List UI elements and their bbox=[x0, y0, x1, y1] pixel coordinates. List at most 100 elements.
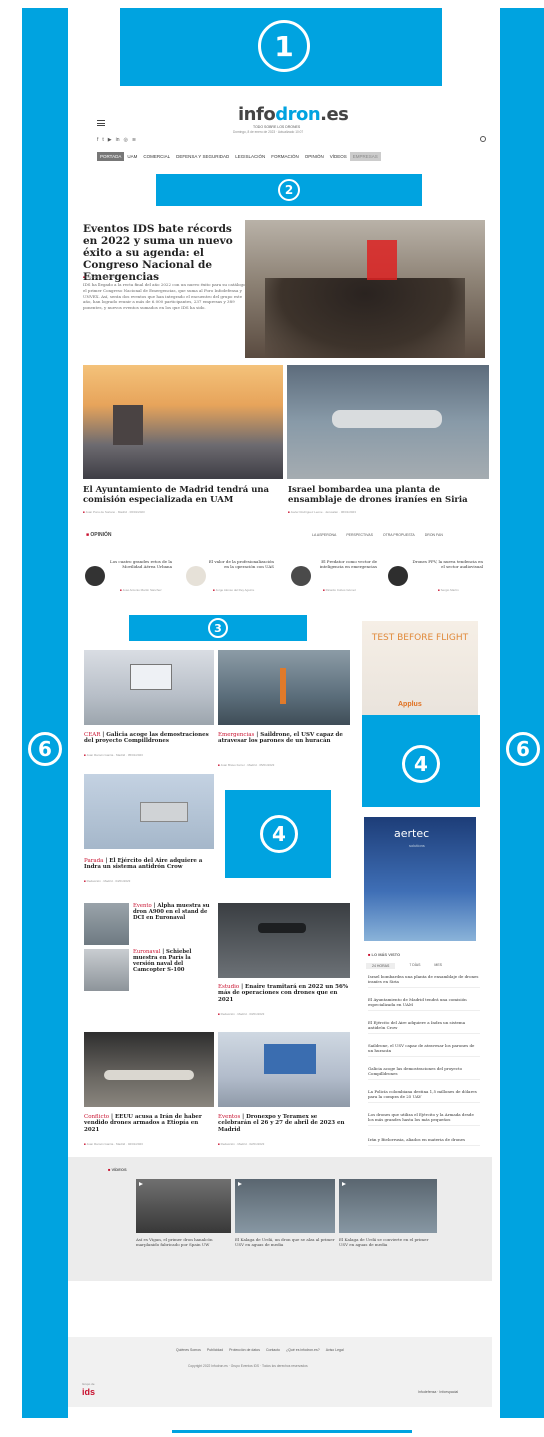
opinion-tab-4[interactable]: DRON FAN bbox=[425, 533, 443, 537]
footer-brand-logo[interactable]: ids bbox=[82, 1387, 95, 1397]
madrid-photo[interactable] bbox=[83, 365, 283, 479]
lead-meta: Redacción · 08/01/2023 bbox=[83, 275, 118, 279]
video-title-3[interactable]: El Kalaga de Urdá se convierte en el pri… bbox=[339, 1237, 437, 1247]
grid-photo-3[interactable] bbox=[84, 774, 214, 849]
opinion-title-4[interactable]: Drones FPV, la nueva tendencia en el sec… bbox=[411, 559, 483, 570]
grid-meta-2: Juan Bravo Ferrer · Madrid · 05/01/2023 bbox=[218, 763, 275, 767]
grid-photo-4[interactable] bbox=[84, 903, 129, 945]
video-thumb-3[interactable] bbox=[339, 1179, 437, 1233]
applus-ad-headline: TEST BEFORE FLIGHT bbox=[371, 633, 469, 643]
opinion-tabs: LA ASPERONA PERSPECTIVAS OTRA PROPUESTA … bbox=[312, 533, 443, 537]
opinion-author-3: Ricardo Cobos Gómez bbox=[323, 588, 356, 592]
youtube-icon[interactable]: ▶ bbox=[108, 137, 112, 143]
most-viewed-tab-24h[interactable]: 24 HORAS bbox=[366, 963, 396, 969]
nav-item-videos[interactable]: VÍDEOS bbox=[327, 152, 350, 161]
grid-headline-4[interactable]: Evento | Alpha muestra su dron A900 en e… bbox=[133, 903, 211, 921]
search-icon[interactable] bbox=[480, 136, 486, 142]
lead-photo-banner bbox=[367, 240, 397, 280]
grid-headline-3[interactable]: Parada | El Ejército del Aire adquiere a… bbox=[84, 858, 214, 871]
grid-headline-8[interactable]: Eventos | Dronexpo y Teramex se celebrar… bbox=[218, 1114, 350, 1133]
grid-photo-6[interactable] bbox=[218, 903, 350, 978]
second-headline-1[interactable]: El Ayuntamiento de Madrid tendrá una com… bbox=[83, 485, 281, 506]
grid-meta-8: Redacción · Madrid · 02/01/2023 bbox=[218, 1142, 265, 1146]
video-title-1[interactable]: Así es Vigan, el primer dron hanalcón ma… bbox=[136, 1237, 231, 1247]
video-title-2[interactable]: El Kalaga de Urdá, un dron que se alza a… bbox=[235, 1237, 335, 1247]
grid-photo-3-device bbox=[140, 802, 188, 822]
lead-photo[interactable] bbox=[245, 220, 485, 358]
grid-photo-8-panel bbox=[264, 1044, 316, 1074]
grid-photo-8[interactable] bbox=[218, 1032, 350, 1107]
nav-item-portada[interactable]: PORTADA bbox=[97, 152, 125, 161]
nav-item-empresas[interactable]: EMPRESAS bbox=[349, 152, 381, 161]
most-viewed-item[interactable]: El Ejército del Aire adquiere a Indra un… bbox=[368, 1020, 480, 1035]
facebook-icon[interactable]: f bbox=[97, 137, 98, 143]
footer-link-privacy[interactable]: Protección de datos bbox=[229, 1348, 260, 1352]
twitter-icon[interactable]: t bbox=[102, 137, 103, 143]
most-viewed-item[interactable]: La Policía colombiana destina 1,5 millon… bbox=[368, 1089, 480, 1104]
grid-headline-1[interactable]: CEAR | Galicia acoge las demostraciones … bbox=[84, 732, 214, 745]
grid-photo-2[interactable] bbox=[218, 650, 350, 725]
site-logo[interactable]: infodron.es bbox=[238, 104, 349, 125]
right-skyscraper-ad-slot[interactable] bbox=[500, 8, 544, 1418]
most-viewed-item[interactable]: Saildrone, el USV capaz de atravesar los… bbox=[368, 1043, 480, 1058]
footer-link-about[interactable]: Quiénes Somos bbox=[176, 1348, 201, 1352]
page-content: infodron.es TODO SOBRE LOS DRONES Doming… bbox=[68, 97, 492, 1407]
nav-item-uam[interactable]: UAM bbox=[124, 152, 140, 161]
social-icons: f t ▶ in ◎ ≋ bbox=[97, 137, 136, 143]
opinion-author-1: José Antonio Martín Sánchez bbox=[120, 588, 162, 592]
video-thumb-2[interactable] bbox=[235, 1179, 335, 1233]
opinion-tab-2[interactable]: PERSPECTIVAS bbox=[346, 533, 373, 537]
opinion-title-3[interactable]: El Predator como vector de inteligencia … bbox=[315, 559, 377, 570]
left-skyscraper-ad-slot[interactable] bbox=[22, 8, 68, 1418]
nav-item-comercial[interactable]: COMERCIAL bbox=[140, 152, 173, 161]
nav-item-formacion[interactable]: FORMACIÓN bbox=[268, 152, 302, 161]
instagram-icon[interactable]: ◎ bbox=[124, 137, 128, 143]
nav-item-legislacion[interactable]: LEGISLACIÓN bbox=[232, 152, 268, 161]
grid-meta-1: Juan Ramón Garcia · Madrid · 05/01/2023 bbox=[84, 753, 143, 757]
grid-headline-7[interactable]: Conflicto | EEUU acusa a Irán de haber v… bbox=[84, 1114, 214, 1133]
right-slot-number: 6 bbox=[506, 732, 540, 766]
menu-icon[interactable] bbox=[97, 120, 105, 126]
opinion-tab-1[interactable]: LA ASPERONA bbox=[312, 533, 336, 537]
footer-link-legal[interactable]: Aviso Legal bbox=[326, 1348, 344, 1352]
most-viewed-item[interactable]: Galicia acoge las demostraciones del pro… bbox=[368, 1066, 480, 1081]
nav-item-opinion[interactable]: OPINIÓN bbox=[302, 152, 327, 161]
most-viewed-tab-7d[interactable]: 7 DÍAS bbox=[409, 963, 420, 969]
nav-item-defensa[interactable]: DEFENSA Y SEGURIDAD bbox=[173, 152, 232, 161]
footer-link-what[interactable]: ¿Qué es infodron.es? bbox=[286, 1348, 320, 1352]
most-viewed-item[interactable]: Irán y Bielorrusia, aliados en materia d… bbox=[368, 1137, 480, 1147]
footer-link-contact[interactable]: Contacto bbox=[266, 1348, 280, 1352]
israel-photo[interactable] bbox=[287, 365, 489, 479]
footer-link-ads[interactable]: Publicidad bbox=[207, 1348, 223, 1352]
opinion-avatar-1 bbox=[85, 566, 105, 586]
linkedin-icon[interactable]: in bbox=[116, 137, 120, 143]
grid-photo-1[interactable] bbox=[84, 650, 214, 725]
bottom-slot-strip[interactable] bbox=[172, 1430, 412, 1433]
footer-partner[interactable]: Infodefensa · Infoespacial bbox=[418, 1390, 458, 1394]
most-viewed-item[interactable]: Israel bombardea una planta de ensamblaj… bbox=[368, 974, 480, 989]
second-headline-2[interactable]: Israel bombardea una planta de ensamblaj… bbox=[288, 485, 488, 506]
opinion-title-1[interactable]: Los cuatro grandes retos de la Movilidad… bbox=[108, 559, 172, 570]
video-thumb-1[interactable] bbox=[136, 1179, 231, 1233]
sidebar-ad-applus[interactable]: TEST BEFORE FLIGHT Applus bbox=[362, 621, 478, 719]
grid-photo-1-screen bbox=[130, 664, 172, 690]
second-meta-1: Juan Pons de Soriano · Madrid · 06/01/20… bbox=[83, 510, 145, 514]
grid-photo-7[interactable] bbox=[84, 1032, 214, 1107]
grid-photo-5[interactable] bbox=[84, 949, 129, 991]
grid-photo-7-drone bbox=[104, 1070, 194, 1080]
grid-headline-2[interactable]: Emergencias | Saildrone, el USV capaz de… bbox=[218, 732, 348, 745]
grid-headline-5[interactable]: Euronaval | Schiebel muestra en París la… bbox=[133, 949, 211, 973]
rss-icon[interactable]: ≋ bbox=[132, 137, 136, 143]
opinion-label[interactable]: ■ OPINIÓN bbox=[86, 532, 112, 538]
opinion-title-2[interactable]: El valor de la profesionalización en la … bbox=[208, 559, 274, 570]
sidebar-ad-aertec[interactable]: aertec solutions bbox=[364, 817, 476, 941]
grid-headline-6[interactable]: Estudio | Enaire tramitará en 2022 un 56… bbox=[218, 984, 350, 1003]
applus-ad-brand: Applus bbox=[398, 701, 422, 708]
most-viewed-tab-month[interactable]: MES bbox=[434, 963, 442, 969]
date-line: Domingo, 8 de enero de 2023 · Actualizad… bbox=[233, 130, 304, 134]
most-viewed-item[interactable]: El Ayuntamiento de Madrid tendrá una com… bbox=[368, 997, 480, 1012]
videos-label[interactable]: ■ VÍDEOS bbox=[108, 1167, 127, 1172]
opinion-tab-3[interactable]: OTRA PROPUESTA bbox=[383, 533, 415, 537]
most-viewed-label: ■ LO MÁS VISTO bbox=[368, 952, 401, 957]
most-viewed-item[interactable]: Los drones que utiliza el Ejército y la … bbox=[368, 1112, 480, 1127]
